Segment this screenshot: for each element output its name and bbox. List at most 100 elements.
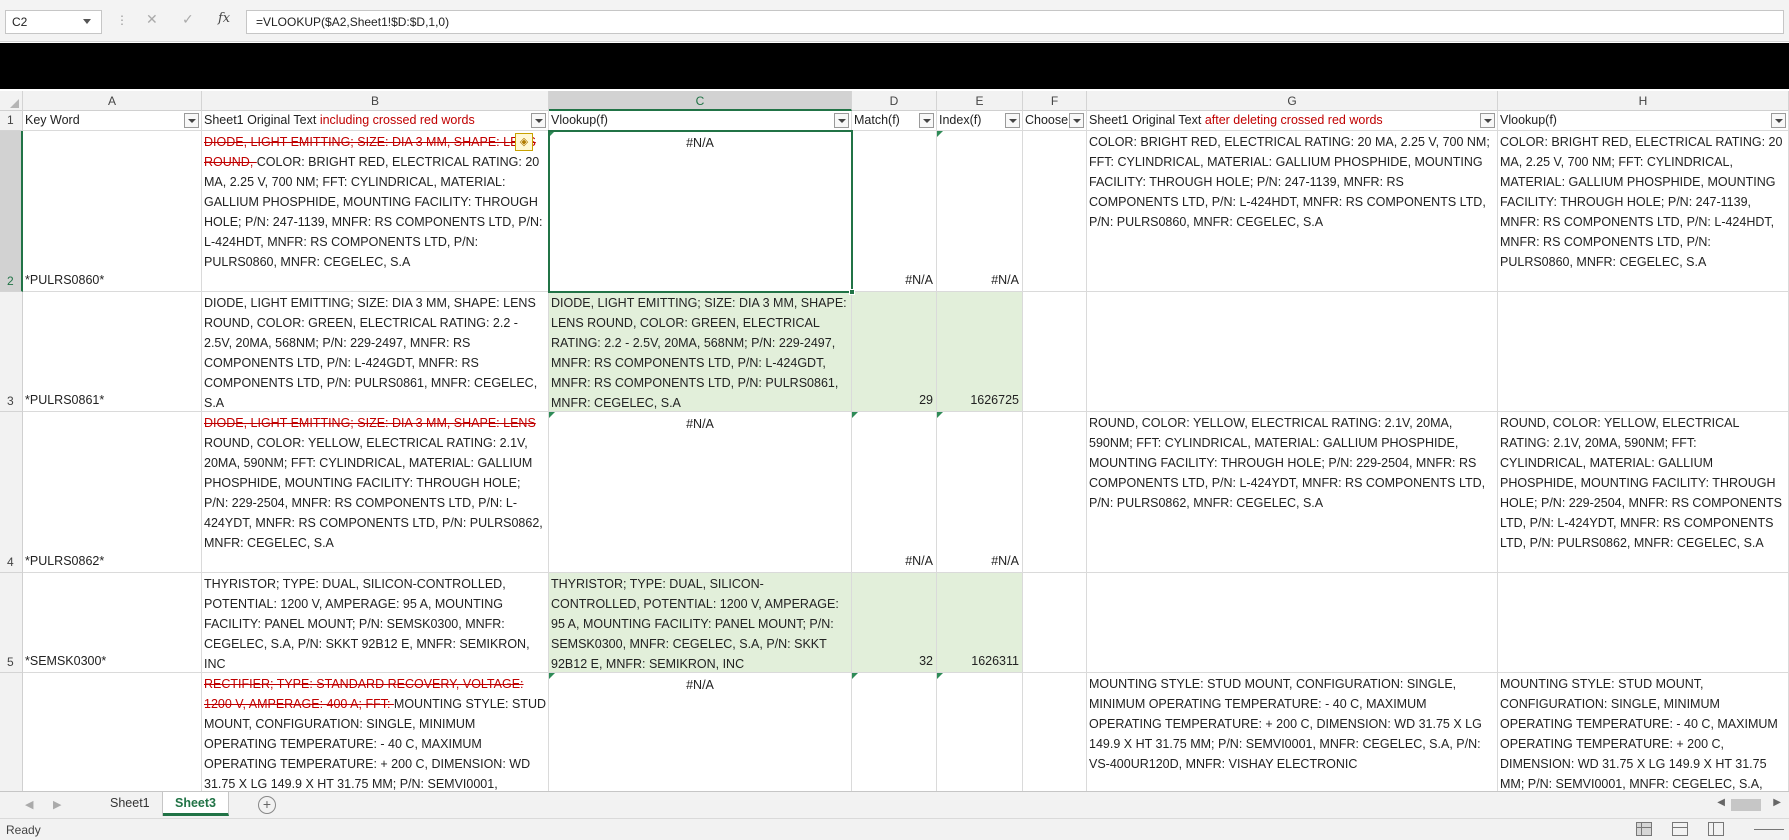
row-number: 1 — [7, 113, 14, 127]
column-header-a[interactable]: A — [23, 91, 202, 111]
cell-e2[interactable]: #N/A — [937, 131, 1023, 292]
column-header-d[interactable]: D — [852, 91, 937, 111]
header-cell-e[interactable]: Index(f) — [937, 111, 1023, 131]
column-header-c[interactable]: C — [549, 91, 852, 111]
filter-dropdown-icon[interactable] — [531, 113, 546, 128]
cell-g5[interactable] — [1087, 573, 1498, 673]
cell-b4[interactable]: DIODE, LIGHT EMITTING; SIZE: DIA 3 MM, S… — [202, 412, 549, 573]
row-header-6[interactable]: 6 — [0, 673, 23, 791]
column-header-b[interactable]: B — [202, 91, 549, 111]
row-header-4[interactable]: 4 — [0, 412, 23, 573]
cell-h5[interactable] — [1498, 573, 1789, 673]
cell-f6[interactable] — [1023, 673, 1087, 791]
formula-input[interactable]: =VLOOKUP($A2,Sheet1!$D:$D,1,0) — [246, 10, 1784, 34]
cell-d5[interactable]: 32 — [852, 573, 937, 673]
row-header-2[interactable]: 2 — [0, 131, 23, 292]
column-header-g[interactable]: G — [1087, 91, 1498, 111]
header-cell-h[interactable]: Vlookup(f) — [1498, 111, 1789, 131]
header-cell-a[interactable]: Key Word — [23, 111, 202, 131]
column-header-e[interactable]: E — [937, 91, 1023, 111]
cell-g6[interactable]: MOUNTING STYLE: STUD MOUNT, CONFIGURATIO… — [1087, 673, 1498, 791]
cell-text: 1626725 — [970, 393, 1019, 407]
cell-d2[interactable]: #N/A — [852, 131, 937, 292]
cell-c5[interactable]: THYRISTOR; TYPE: DUAL, SILICON-CONTROLLE… — [549, 573, 852, 673]
cell-text: #N/A — [686, 678, 714, 692]
cell-d4[interactable]: #N/A — [852, 412, 937, 573]
cell-text: #N/A — [991, 273, 1019, 287]
cell-a5[interactable]: *SEMSK0300* — [23, 573, 202, 673]
cell-b5[interactable]: THYRISTOR; TYPE: DUAL, SILICON-CONTROLLE… — [202, 573, 549, 673]
cell-a3[interactable]: *PULRS0861* — [23, 292, 202, 412]
cell-c3[interactable]: DIODE, LIGHT EMITTING; SIZE: DIA 3 MM, S… — [549, 292, 852, 412]
cell-d6[interactable] — [852, 673, 937, 791]
header-cell-f[interactable]: Choose — [1023, 111, 1087, 131]
error-indicator-icon — [852, 673, 858, 679]
header-cell-g[interactable]: Sheet1 Original Text after deleting cros… — [1087, 111, 1498, 131]
tab-scroll-right-icon[interactable]: ▶ — [53, 798, 61, 811]
header-cell-b[interactable]: Sheet1 Original Text including crossed r… — [202, 111, 549, 131]
enter-icon[interactable]: ✓ — [182, 11, 194, 28]
normal-view-icon[interactable] — [1636, 822, 1652, 836]
cell-e5[interactable]: 1626311 — [937, 573, 1023, 673]
formula-bar-grip-icon: ⋮ — [116, 13, 128, 27]
filter-dropdown-icon[interactable] — [1480, 113, 1495, 128]
row-number: 3 — [7, 394, 14, 408]
row-header-5[interactable]: 5 — [0, 573, 23, 673]
header-label: Vlookup(f) — [551, 113, 608, 127]
cell-g3[interactable] — [1087, 292, 1498, 412]
cell-e3[interactable]: 1626725 — [937, 292, 1023, 412]
add-sheet-icon[interactable]: + — [258, 796, 276, 814]
cell-b2[interactable]: DIODE, LIGHT EMITTING; SIZE: DIA 3 MM, S… — [202, 131, 549, 292]
row-header-1[interactable]: 1 — [0, 111, 23, 131]
header-cell-d[interactable]: Match(f) — [852, 111, 937, 131]
cell-c4[interactable]: #N/A — [549, 412, 852, 573]
page-layout-view-icon[interactable] — [1672, 822, 1688, 836]
insert-function-icon[interactable]: fx — [218, 11, 230, 26]
filter-dropdown-icon[interactable] — [919, 113, 934, 128]
filter-dropdown-icon[interactable] — [1771, 113, 1786, 128]
filter-dropdown-icon[interactable] — [1069, 113, 1084, 128]
filter-dropdown-icon[interactable] — [834, 113, 849, 128]
cell-h4[interactable]: ROUND, COLOR: YELLOW, ELECTRICAL RATING:… — [1498, 412, 1789, 573]
cell-f5[interactable] — [1023, 573, 1087, 673]
cell-b6[interactable]: RECTIFIER; TYPE: STANDARD RECOVERY, VOLT… — [202, 673, 549, 791]
sheet-tab-sheet3[interactable]: Sheet3 — [163, 792, 229, 816]
cell-f4[interactable] — [1023, 412, 1087, 573]
cell-g4[interactable]: ROUND, COLOR: YELLOW, ELECTRICAL RATING:… — [1087, 412, 1498, 573]
cell-h6[interactable]: MOUNTING STYLE: STUD MOUNT, CONFIGURATIO… — [1498, 673, 1789, 791]
column-headers: A B C D E F G H — [0, 91, 1789, 111]
cell-e4[interactable]: #N/A — [937, 412, 1023, 573]
filter-dropdown-icon[interactable] — [184, 113, 199, 128]
page-break-preview-icon[interactable] — [1708, 822, 1724, 836]
row-header-3[interactable]: 3 — [0, 292, 23, 412]
column-header-h[interactable]: H — [1498, 91, 1789, 111]
cell-a2[interactable]: *PULRS0860* — [23, 131, 202, 292]
cell-text: *SEMSK0300* — [25, 654, 107, 668]
cell-f2[interactable] — [1023, 131, 1087, 292]
cell-a6[interactable] — [23, 673, 202, 791]
cell-c2[interactable]: #N/A — [549, 131, 852, 292]
cell-g2[interactable]: COLOR: BRIGHT RED, ELECTRICAL RATING: 20… — [1087, 131, 1498, 292]
cell-b3[interactable]: DIODE, LIGHT EMITTING; SIZE: DIA 3 MM, S… — [202, 292, 549, 412]
cell-h3[interactable] — [1498, 292, 1789, 412]
cell-a4[interactable]: *PULRS0862* — [23, 412, 202, 573]
cell-d3[interactable]: 29 — [852, 292, 937, 412]
cell-c6[interactable]: #N/A — [549, 673, 852, 791]
filter-dropdown-icon[interactable] — [1005, 113, 1020, 128]
select-all-button[interactable] — [0, 91, 23, 111]
cell-f3[interactable] — [1023, 292, 1087, 412]
sheet-tab-sheet1[interactable]: Sheet1 — [98, 792, 163, 816]
scroll-left-icon[interactable]: ◀ — [1717, 797, 1725, 808]
header-cell-c[interactable]: Vlookup(f) — [549, 111, 852, 131]
tab-scroll-left-icon[interactable]: ◀ — [25, 798, 33, 811]
cell-text: 29 — [919, 393, 933, 407]
horizontal-scrollbar[interactable] — [1731, 799, 1761, 811]
scroll-right-icon[interactable]: ▶ — [1773, 797, 1781, 808]
name-box-dropdown-icon[interactable] — [83, 19, 91, 24]
cell-h2[interactable]: COLOR: BRIGHT RED, ELECTRICAL RATING: 20… — [1498, 131, 1789, 292]
column-header-f[interactable]: F — [1023, 91, 1087, 111]
cell-e6[interactable] — [937, 673, 1023, 791]
error-warning-icon[interactable]: ◈ — [515, 133, 533, 151]
zoom-slider[interactable] — [1754, 829, 1784, 830]
cancel-icon[interactable]: ✕ — [146, 11, 158, 28]
